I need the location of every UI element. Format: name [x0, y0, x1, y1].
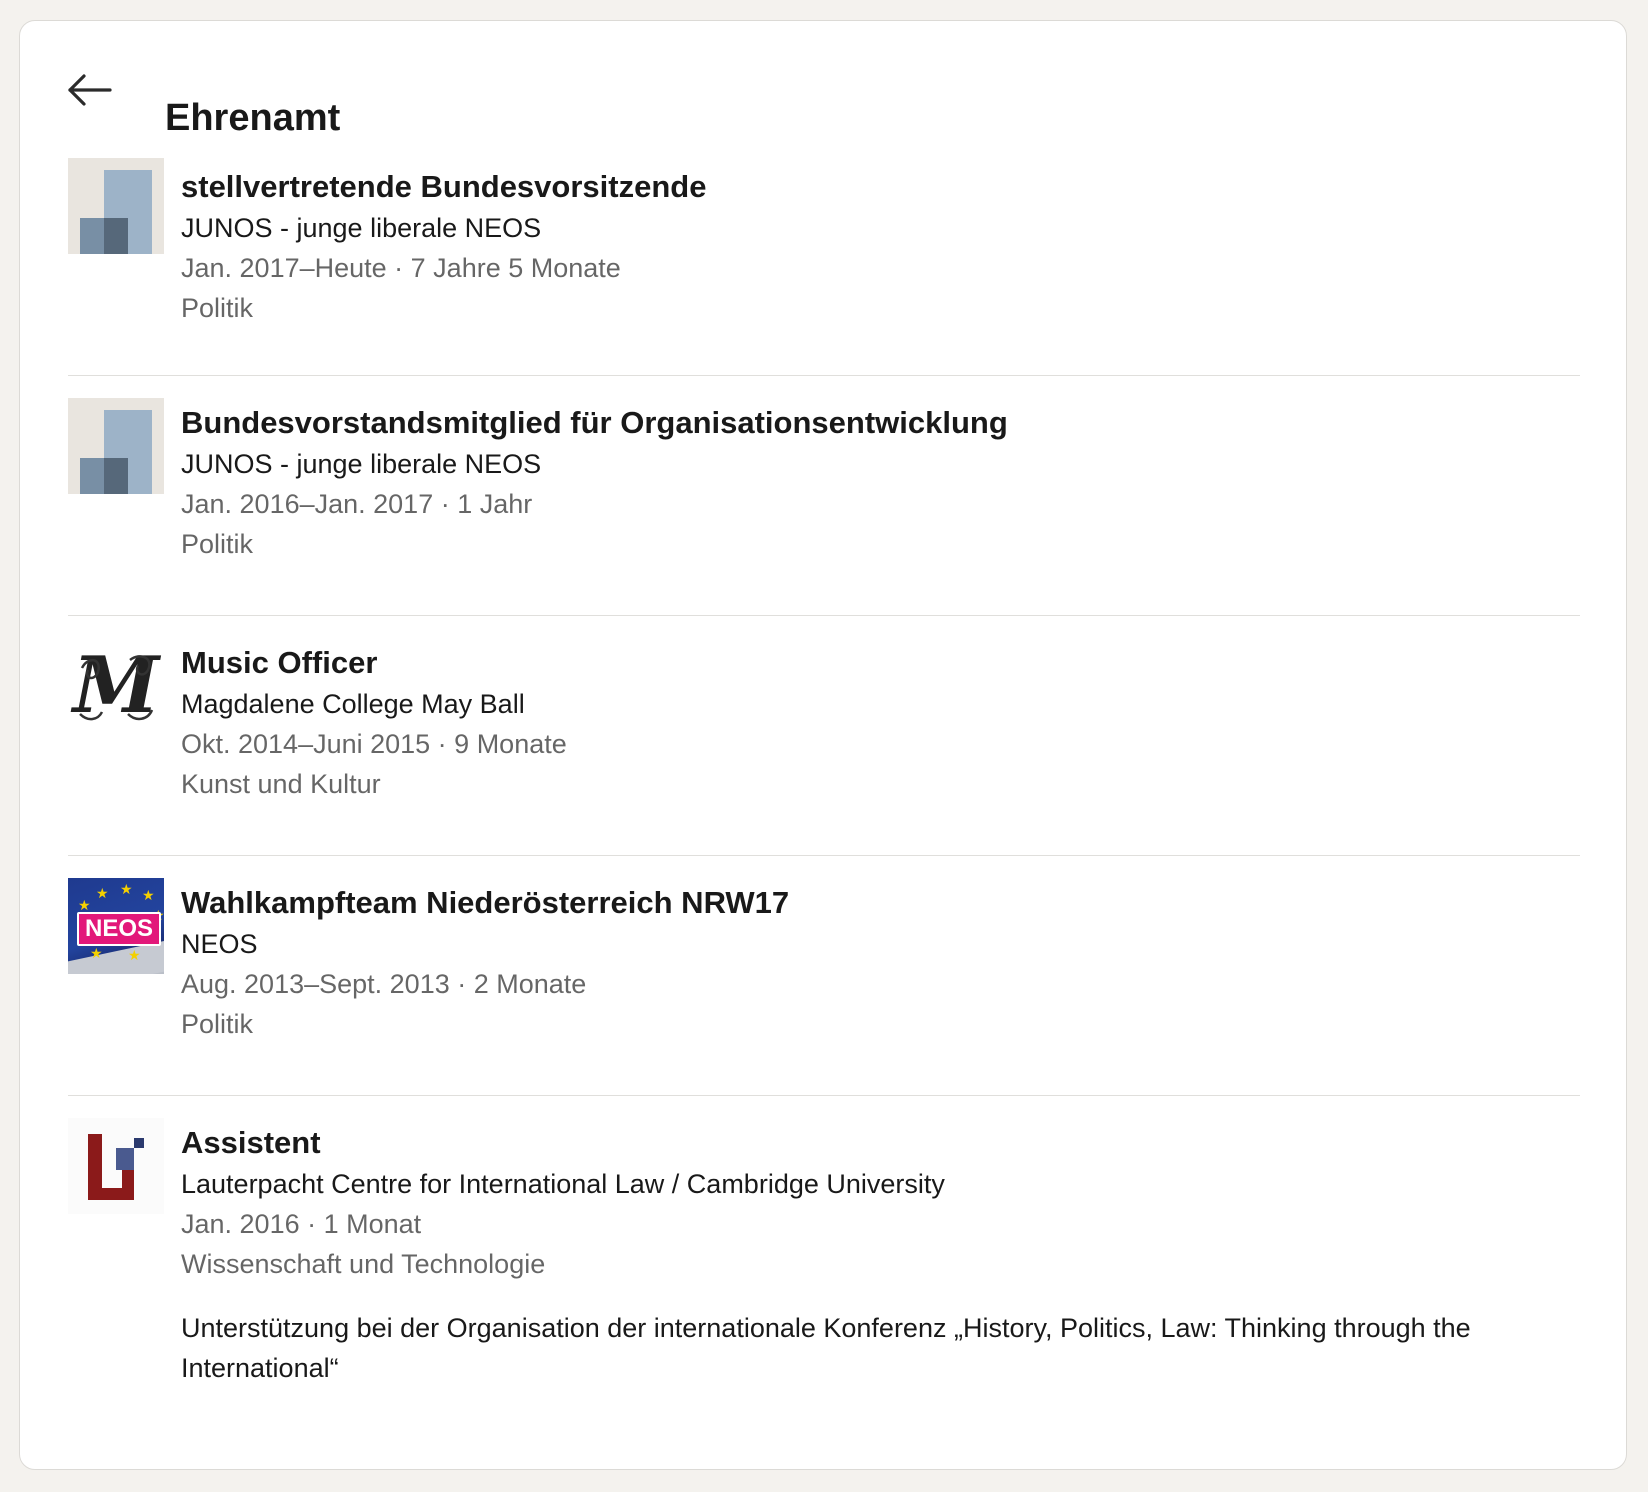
cause-label: Politik — [181, 1009, 254, 1039]
list-item: stellvertretende Bundesvorsitzende JUNOS… — [68, 158, 1580, 376]
item-content: stellvertretende Bundesvorsitzende JUNOS… — [181, 166, 1580, 375]
list-item: ★ ★ ★ ★ ★ ★ ★ NEOS Wahlkampfteam Niederö… — [68, 856, 1580, 1096]
lauterpacht-logo[interactable] — [68, 1118, 164, 1214]
magdalene-logo[interactable]: M — [68, 638, 164, 734]
cause-label: Politik — [181, 529, 254, 559]
arrow-left-icon — [68, 74, 112, 106]
organization-name: Magdalene College May Ball — [181, 689, 525, 719]
item-content: Assistent Lauterpacht Centre for Interna… — [181, 1096, 1581, 1416]
organization-name: NEOS — [181, 929, 258, 959]
role-title[interactable]: Music Officer — [181, 642, 1580, 684]
organization-name: JUNOS - junge liberale NEOS — [181, 213, 542, 243]
star-icon: ★ — [96, 885, 109, 901]
star-icon: ★ — [128, 947, 141, 963]
date-range: Jan. 2016–Jan. 2017 · 1 Jahr — [181, 489, 533, 519]
role-title[interactable]: Bundesvorstandsmitglied für Organisation… — [181, 402, 1580, 444]
neos-logo[interactable]: ★ ★ ★ ★ ★ ★ ★ NEOS — [68, 878, 164, 974]
section-header: Ehrenamt — [20, 21, 1626, 161]
back-button[interactable] — [66, 71, 118, 115]
date-range: Jan. 2017–Heute · 7 Jahre 5 Monate — [181, 253, 621, 283]
list-item: M Music Officer Magdalene College May Ba… — [68, 616, 1580, 856]
volunteering-card: Ehrenamt stellvertretende Bundesvorsitze… — [19, 20, 1627, 1470]
neos-logo-text: NEOS — [77, 912, 161, 946]
list-item: Assistent Lauterpacht Centre for Interna… — [68, 1096, 1580, 1416]
role-title[interactable]: stellvertretende Bundesvorsitzende — [181, 166, 1580, 208]
date-range: Aug. 2013–Sept. 2013 · 2 Monate — [181, 969, 587, 999]
role-title[interactable]: Wahlkampfteam Niederösterreich NRW17 — [181, 882, 1580, 924]
role-title[interactable]: Assistent — [181, 1122, 1581, 1164]
item-description: Unterstützung bei der Organisation der i… — [181, 1313, 1471, 1383]
date-range: Okt. 2014–Juni 2015 · 9 Monate — [181, 729, 567, 759]
star-icon: ★ — [142, 887, 155, 903]
cause-label: Wissenschaft und Technologie — [181, 1249, 546, 1279]
organization-name: JUNOS - junge liberale NEOS — [181, 449, 542, 479]
lauterpacht-centre-logo-icon — [88, 1134, 144, 1200]
list-item: Bundesvorstandsmitglied für Organisation… — [68, 376, 1580, 616]
volunteering-list: stellvertretende Bundesvorsitzende JUNOS… — [68, 158, 1580, 1416]
star-icon: ★ — [90, 945, 103, 961]
company-logo[interactable] — [68, 398, 164, 494]
date-range: Jan. 2016 · 1 Monat — [181, 1209, 422, 1239]
star-icon: ★ — [78, 897, 91, 913]
item-content: Bundesvorstandsmitglied für Organisation… — [181, 376, 1580, 615]
cause-label: Kunst und Kultur — [181, 769, 381, 799]
page-title: Ehrenamt — [165, 97, 341, 139]
item-content: Music Officer Magdalene College May Ball… — [181, 616, 1580, 855]
organization-name: Lauterpacht Centre for International Law… — [181, 1169, 945, 1199]
star-icon: ★ — [120, 881, 133, 897]
magdalene-m-logo-icon: M — [70, 640, 162, 731]
cause-label: Politik — [181, 293, 254, 323]
company-logo[interactable] — [68, 158, 164, 254]
item-content: Wahlkampfteam Niederösterreich NRW17 NEO… — [181, 856, 1580, 1095]
